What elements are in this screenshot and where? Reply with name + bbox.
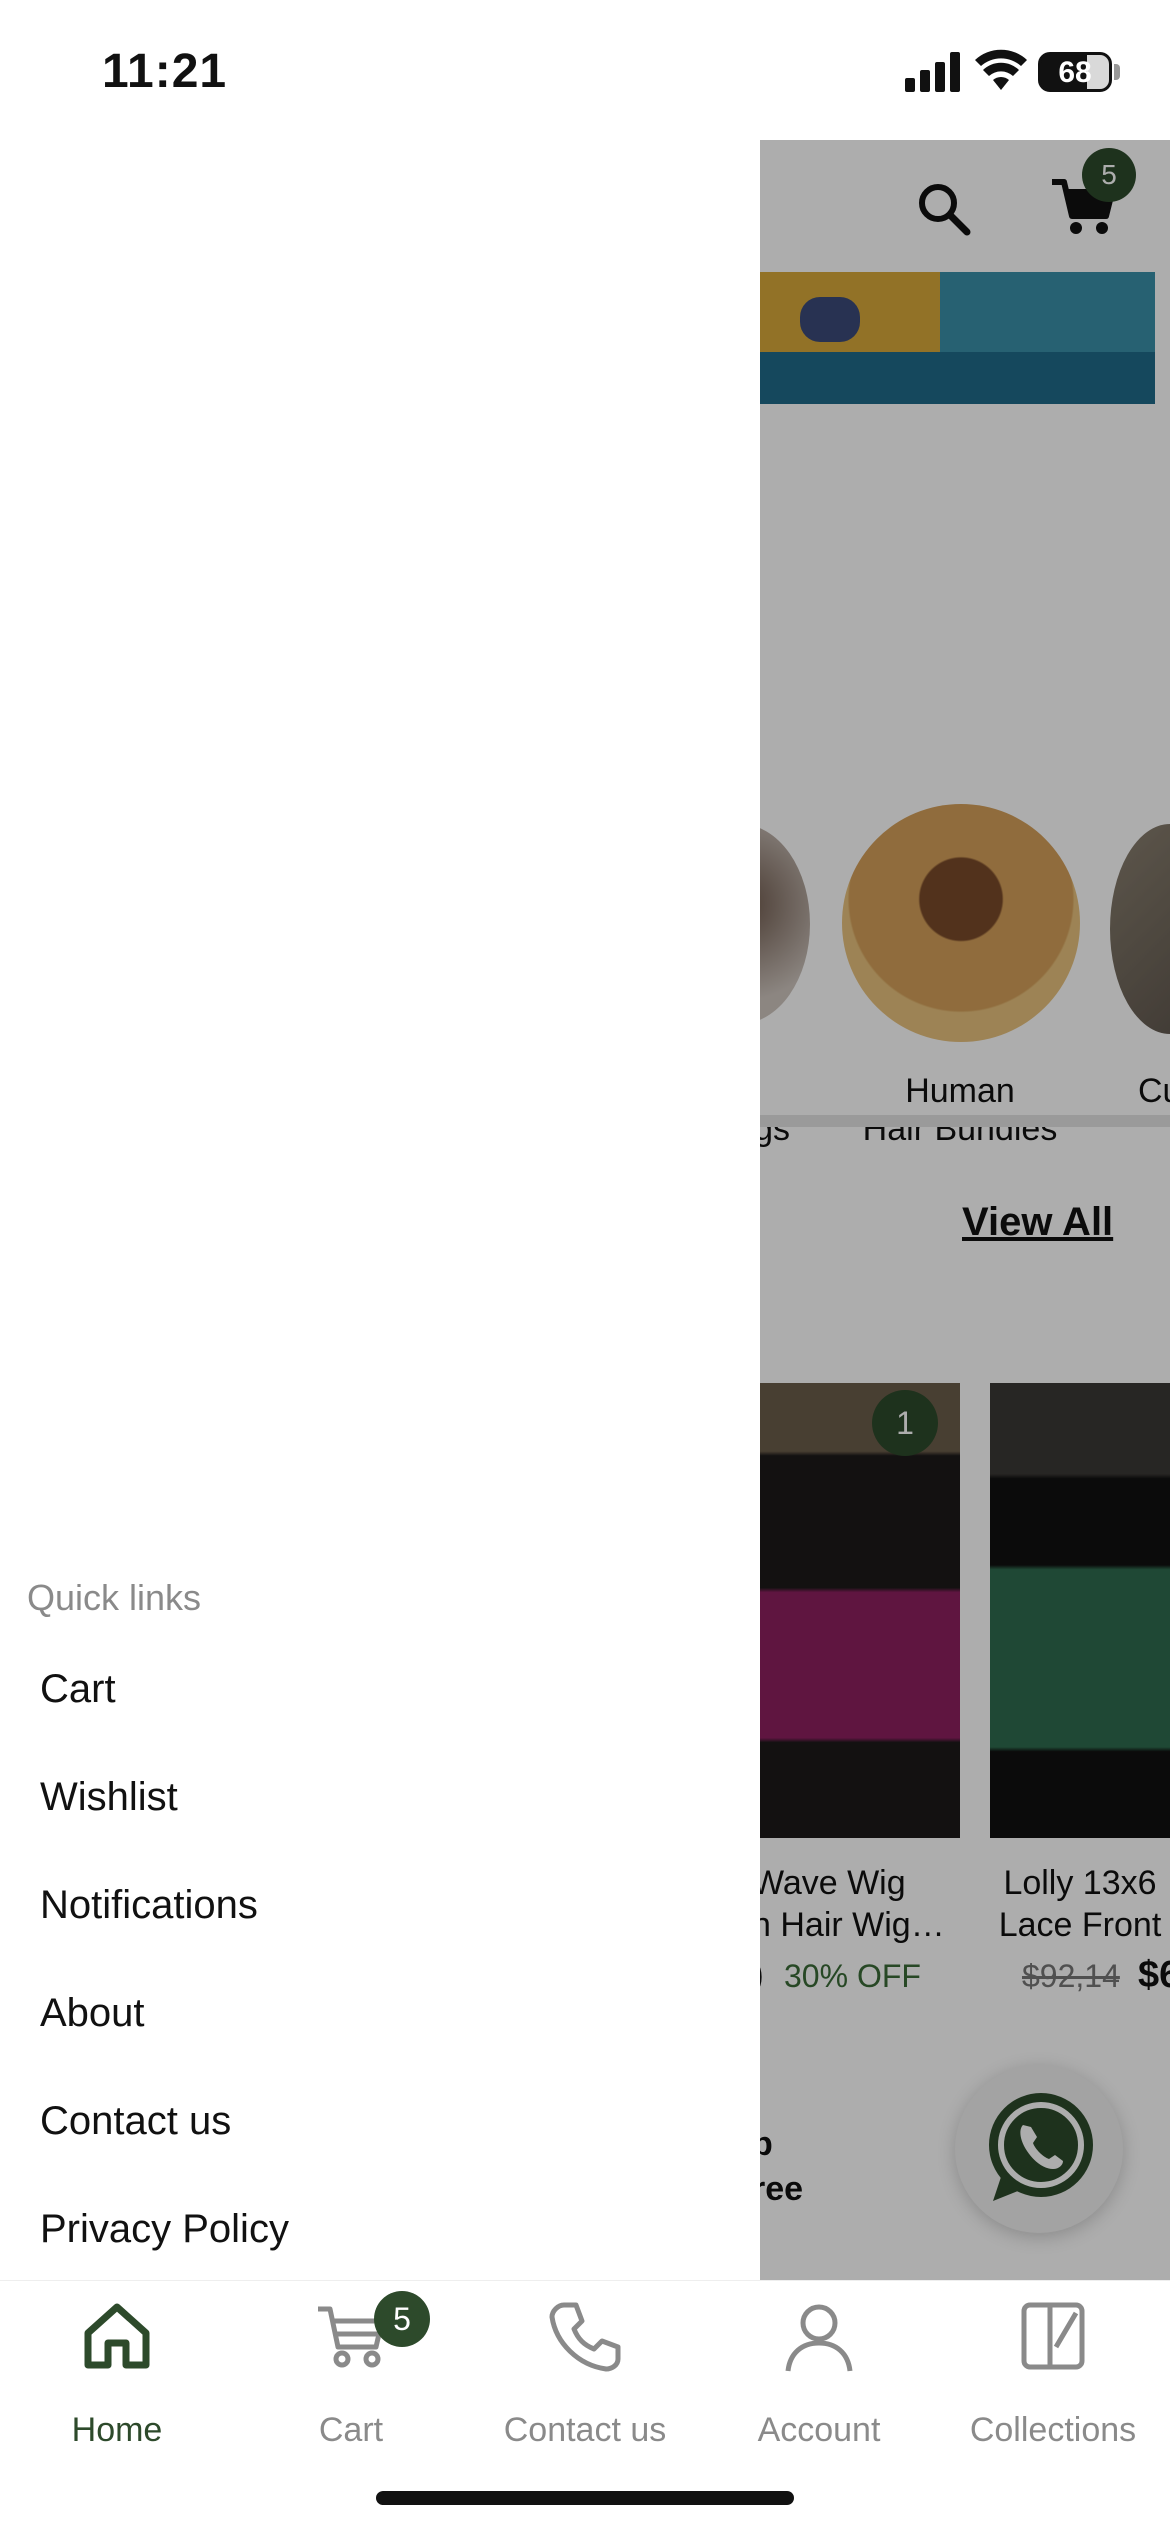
battery-icon: 68 (1038, 52, 1112, 92)
category-image-human-hair-bundles[interactable] (842, 804, 1080, 1042)
product-image[interactable] (990, 1383, 1170, 1838)
cellular-signal-icon (905, 52, 963, 92)
app-header: 5 (760, 140, 1170, 272)
quick-link-cart[interactable]: Cart (40, 1667, 116, 1712)
wifi-icon (975, 49, 1027, 90)
category-image[interactable] (1110, 824, 1170, 1034)
nav-label-account: Account (757, 2411, 881, 2449)
view-all-link[interactable]: View All (962, 1200, 1113, 1245)
original-price: $92,14 (1022, 1958, 1120, 1994)
collections-icon (1021, 2302, 1085, 2370)
nav-label-cart: Cart (318, 2411, 384, 2449)
battery-tip (1114, 64, 1120, 80)
quick-link-privacy-policy[interactable]: Privacy Policy (40, 2207, 289, 2252)
nav-label-collections: Collections (969, 2411, 1137, 2449)
sale-price: $6 (1138, 1954, 1170, 1996)
nav-cart[interactable]: 5 Cart (234, 2291, 468, 2449)
nav-label-contact-us: Contact us (503, 2411, 667, 2449)
promo-banner[interactable] (760, 272, 1155, 404)
status-time: 11:21 (102, 45, 228, 98)
quick-links-heading: Quick links (27, 1577, 202, 1618)
search-icon[interactable] (915, 180, 971, 236)
quick-link-notifications[interactable]: Notifications (40, 1883, 258, 1928)
nav-contact-us[interactable]: Contact us (468, 2299, 702, 2449)
quick-link-contact-us[interactable]: Contact us (40, 2099, 231, 2144)
home-icon (84, 2303, 150, 2369)
status-bar: 11:21 68 (0, 0, 1170, 140)
cart-badge: 5 (374, 2291, 430, 2347)
section-divider (760, 1115, 1170, 1127)
nav-collections[interactable]: Collections (936, 2299, 1170, 2449)
nav-label-home: Home (71, 2411, 163, 2449)
phone-icon (549, 2302, 621, 2372)
product-title-line1[interactable]: Lolly 13x6 (990, 1862, 1170, 1904)
header-cart-badge: 5 (1082, 148, 1136, 202)
whatsapp-button[interactable] (955, 2065, 1123, 2233)
quick-link-about[interactable]: About (40, 1991, 145, 2036)
category-label-line1: Human (905, 1072, 1015, 1110)
account-icon (785, 2304, 853, 2372)
side-drawer: Quick links Cart Wishlist Notifications … (0, 140, 760, 2280)
bottom-navigation: Home 5 Cart Contact us Account Collectio… (0, 2280, 1170, 2532)
home-indicator[interactable] (376, 2491, 794, 2505)
whatsapp-icon (989, 2093, 1093, 2201)
category-label: Cu (1138, 1072, 1170, 1110)
product-image[interactable] (760, 1383, 960, 1838)
product-title-line1[interactable]: Wave Wig (752, 1862, 972, 1904)
screen: 11:21 68 5 gs Human Hair Bundles C View … (0, 0, 1170, 2532)
battery-level: 68 (1058, 56, 1092, 89)
product-title-line2[interactable]: Lace Front (990, 1904, 1170, 1946)
product-title-line2[interactable]: n Hair Wig… (752, 1904, 972, 1946)
quick-link-wishlist[interactable]: Wishlist (40, 1775, 178, 1820)
nav-account[interactable]: Account (702, 2299, 936, 2449)
nav-home[interactable]: Home (0, 2299, 234, 2449)
product-badge: 1 (872, 1390, 938, 1456)
discount-label: 30% OFF (784, 1958, 921, 1994)
